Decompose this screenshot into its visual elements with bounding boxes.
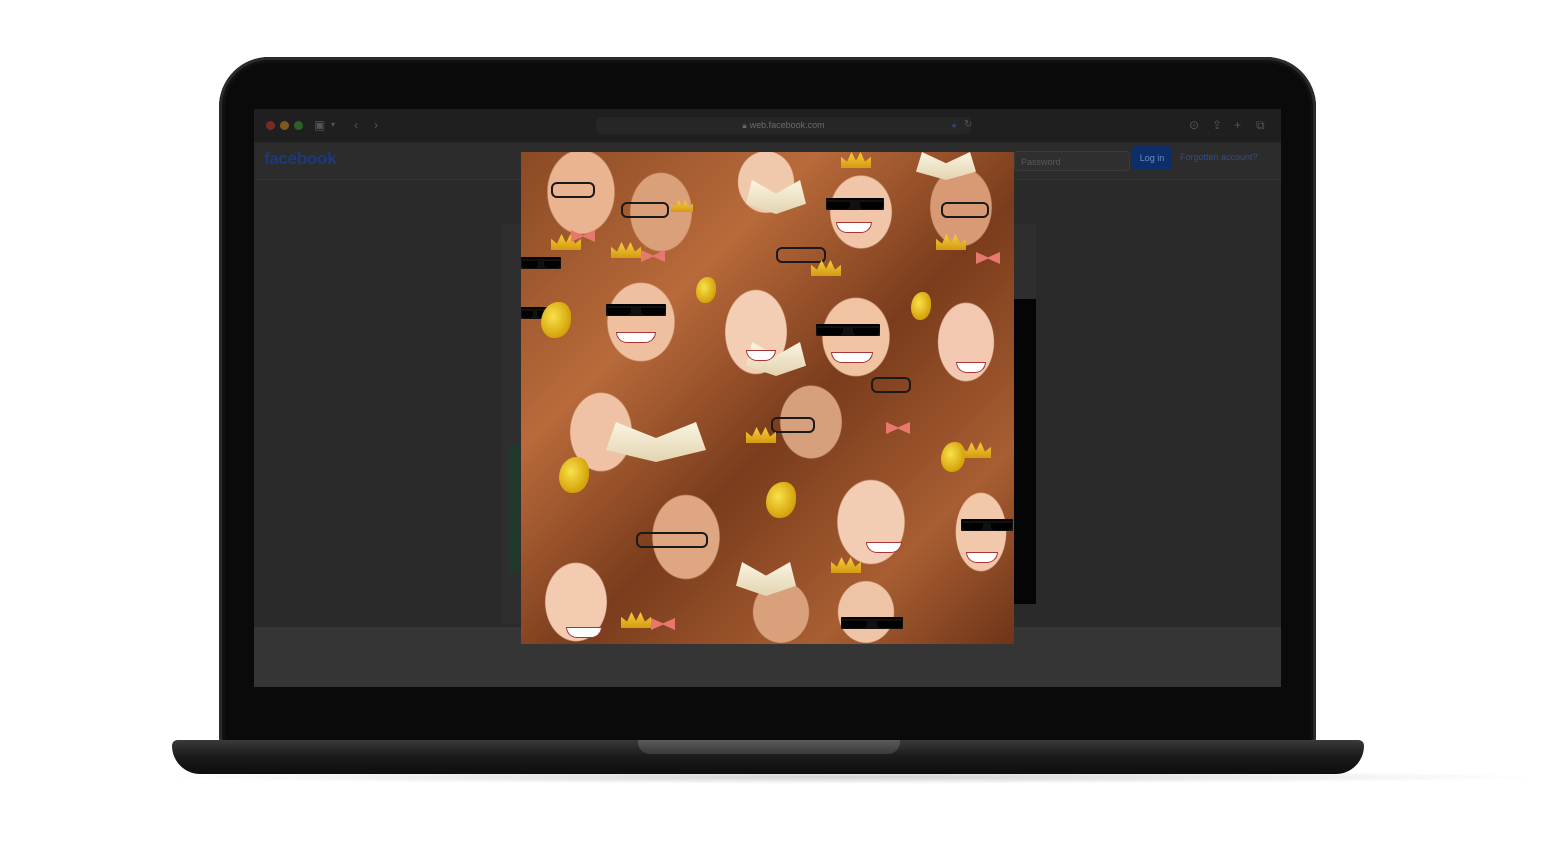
maximize-window-button[interactable] <box>294 121 303 130</box>
crown-icon <box>831 557 861 573</box>
sunglasses-icon <box>826 198 884 210</box>
sidebar-toggle-icon[interactable]: ▣ <box>314 118 325 132</box>
laptop-screen: ▣ ▾ ‹ › 🔒︎ web.facebook.com ◂ ↻ ⊙ ⇪ + ⧉ f… <box>254 109 1281 687</box>
bow-icon <box>886 422 910 434</box>
login-button[interactable]: Log in <box>1132 146 1172 170</box>
smile <box>616 332 656 343</box>
book-icon <box>746 180 806 214</box>
facebook-logo[interactable]: facebook <box>264 149 337 169</box>
new-tab-icon[interactable]: + <box>1234 118 1241 132</box>
bow-icon <box>651 618 675 630</box>
butterfly-icon <box>559 457 589 493</box>
download-icon[interactable]: ⊙ <box>1189 118 1199 132</box>
close-window-button[interactable] <box>266 121 275 130</box>
glasses-icon <box>636 532 708 548</box>
butterfly-icon <box>541 302 571 338</box>
smile <box>831 352 873 363</box>
glasses-icon <box>871 377 911 393</box>
photo-thumbnail <box>509 444 519 574</box>
crown-icon <box>936 234 966 250</box>
butterfly-icon <box>941 442 965 472</box>
chevron-down-icon[interactable]: ▾ <box>331 118 335 132</box>
tab-overview-icon[interactable]: ⧉ <box>1256 118 1265 132</box>
book-icon <box>736 562 796 596</box>
crown-icon <box>611 242 641 258</box>
glasses-icon <box>776 247 826 263</box>
sunglasses-icon <box>841 617 903 629</box>
lock-icon: 🔒︎ <box>742 121 747 130</box>
forward-arrow-icon[interactable]: › <box>374 118 378 132</box>
crown-icon <box>671 200 693 212</box>
share-icon[interactable]: ⇪ <box>1212 118 1222 132</box>
sunglasses-icon <box>521 257 561 269</box>
back-arrow-icon[interactable]: ‹ <box>354 118 358 132</box>
glasses-icon <box>551 182 595 198</box>
smile <box>866 542 902 553</box>
crown-icon <box>621 612 651 628</box>
address-bar[interactable]: 🔒︎ web.facebook.com <box>596 117 971 134</box>
microphone-icon[interactable]: ◂ <box>951 118 956 132</box>
smile <box>566 627 602 638</box>
sunglasses-icon <box>606 304 666 316</box>
butterfly-icon <box>911 292 931 320</box>
crown-icon <box>841 152 871 168</box>
sunglasses-icon <box>816 324 880 336</box>
password-field[interactable]: Password <box>1014 151 1130 171</box>
right-media <box>1014 299 1036 604</box>
glasses-icon <box>941 202 989 218</box>
sunglasses-icon <box>961 519 1013 531</box>
glasses-icon <box>621 202 669 218</box>
smile <box>966 552 998 563</box>
minimize-window-button[interactable] <box>280 121 289 130</box>
bow-icon <box>641 250 665 262</box>
glasses-icon <box>771 417 815 433</box>
smile <box>836 222 872 233</box>
photo-viewer-image[interactable] <box>521 152 1014 644</box>
crown-icon <box>961 442 991 458</box>
book-icon <box>916 152 976 180</box>
address-bar-url: web.facebook.com <box>749 120 825 130</box>
bow-icon <box>571 230 595 242</box>
book-icon <box>606 422 706 462</box>
browser-titlebar: ▣ ▾ ‹ › 🔒︎ web.facebook.com ◂ ↻ ⊙ ⇪ + ⧉ <box>254 109 1281 143</box>
butterfly-icon <box>766 482 796 518</box>
smile <box>956 362 986 373</box>
laptop-notch <box>638 740 900 754</box>
reload-icon[interactable]: ↻ <box>964 118 972 132</box>
butterfly-icon <box>696 277 716 303</box>
forgotten-account-link[interactable]: Forgotten account? <box>1180 152 1258 162</box>
bow-icon <box>976 252 1000 264</box>
